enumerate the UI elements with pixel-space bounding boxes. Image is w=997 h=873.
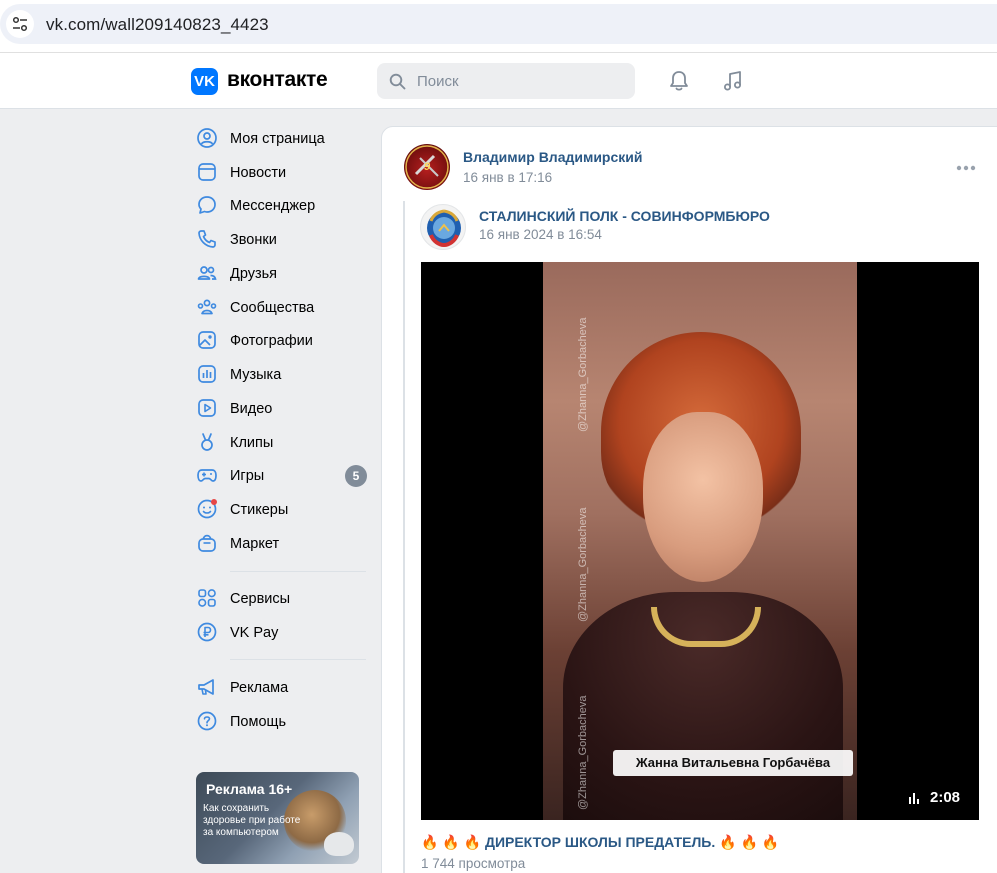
music-icon[interactable] xyxy=(721,69,745,93)
sidebar-item-label: Маркет xyxy=(230,536,280,552)
video-player[interactable]: @Zhanna_Gorbacheva @Zhanna_Gorbacheva @Z… xyxy=(421,262,979,820)
tune-icon[interactable] xyxy=(6,10,34,38)
video-person-face xyxy=(643,412,763,582)
sidebar-divider xyxy=(230,659,366,660)
sidebar-item-friends[interactable]: Друзья xyxy=(196,258,368,288)
sidebar-item-my-page[interactable]: Моя страница xyxy=(196,123,368,153)
sidebar-item-label: Игры xyxy=(230,468,265,484)
communities-icon xyxy=(197,299,217,315)
post-views: 1 744 просмотра xyxy=(421,856,526,871)
video-watermark: @Zhanna_Gorbacheva xyxy=(577,695,589,810)
sidebar-item-communities[interactable]: Сообщества xyxy=(196,292,368,322)
sidebar-divider xyxy=(230,571,366,572)
search-icon xyxy=(389,73,406,90)
market-icon xyxy=(198,534,216,552)
sidebar-item-label: Новости xyxy=(230,165,287,181)
games-count-badge: 5 xyxy=(345,465,367,487)
more-icon[interactable] xyxy=(955,164,977,172)
search-box[interactable] xyxy=(377,63,635,99)
photos-icon xyxy=(198,331,216,349)
profile-icon xyxy=(197,128,217,148)
sidebar-item-calls[interactable]: Звонки xyxy=(196,224,368,254)
post-title-text: ДИРЕКТОР ШКОЛЫ ПРЕДАТЕЛЬ. xyxy=(484,834,716,850)
video-thumbnail: @Zhanna_Gorbacheva @Zhanna_Gorbacheva @Z… xyxy=(543,262,857,820)
services-icon xyxy=(198,589,216,607)
post-title[interactable]: 🔥 🔥 🔥 ДИРЕКТОР ШКОЛЫ ПРЕДАТЕЛЬ. 🔥 🔥 🔥 xyxy=(421,834,779,851)
search-input[interactable] xyxy=(417,71,617,91)
author-avatar[interactable]: 9 xyxy=(404,144,450,190)
sidebar-item-news[interactable]: Новости xyxy=(196,157,368,187)
vk-logo-icon[interactable]: VK xyxy=(191,68,218,95)
site-header: VK вконтакте xyxy=(0,53,997,109)
stickers-icon xyxy=(197,499,217,519)
music-icon xyxy=(198,365,216,383)
sidebar-item-label: Клипы xyxy=(230,435,274,451)
repost-indicator-line xyxy=(403,201,405,873)
sidebar-item-label: Стикеры xyxy=(230,502,289,518)
sidebar-item-clips[interactable]: Клипы xyxy=(196,427,368,457)
sidebar-item-market[interactable]: Маркет xyxy=(196,528,368,558)
video-icon xyxy=(198,399,216,417)
volume-bars-icon xyxy=(909,793,919,804)
video-caption: Жанна Витальевна Горбачёва xyxy=(613,750,853,776)
sidebar-item-games[interactable]: Игры 5 xyxy=(196,460,368,490)
vk-logo-text[interactable]: вконтакте xyxy=(227,68,328,92)
messenger-icon xyxy=(198,196,216,214)
help-icon xyxy=(197,711,217,731)
sidebar-item-photos[interactable]: Фотографии xyxy=(196,325,368,355)
video-duration-text: 2:08 xyxy=(930,789,961,806)
wall-post: 9 Владимир Владимирский 16 янв в 17:16 С… xyxy=(381,126,997,873)
browser-address-bar: vk.com/wall209140823_4423 xyxy=(0,0,997,53)
ad-text: Как сохранить здоровье при работе за ком… xyxy=(203,803,301,838)
sidebar-item-services[interactable]: Сервисы xyxy=(196,583,368,613)
sidebar-item-label: Звонки xyxy=(230,232,277,248)
repost-group-name[interactable]: СТАЛИНСКИЙ ПОЛК - СОВИНФОРМБЮРО xyxy=(479,208,770,224)
sidebar-item-music[interactable]: Музыка xyxy=(196,359,368,389)
video-watermark: @Zhanna_Gorbacheva xyxy=(577,507,589,622)
games-icon xyxy=(197,469,217,482)
clips-icon xyxy=(201,433,213,451)
post-date[interactable]: 16 янв в 17:16 xyxy=(463,170,552,185)
video-watermark: @Zhanna_Gorbacheva xyxy=(577,317,589,432)
post-author[interactable]: Владимир Владимирский xyxy=(463,149,643,165)
sidebar-item-messenger[interactable]: Мессенджер xyxy=(196,190,368,220)
sidebar-item-label: Моя страница xyxy=(230,131,325,147)
sidebar-item-label: Помощь xyxy=(230,714,287,730)
friends-icon xyxy=(197,266,217,280)
fire-emoji: 🔥 🔥 🔥 xyxy=(421,834,482,850)
sidebar-item-help[interactable]: Помощь xyxy=(196,706,368,736)
sidebar-item-label: Видео xyxy=(230,401,273,417)
ad-title: Реклама 16+ xyxy=(206,781,293,797)
avatar-number: 9 xyxy=(424,161,431,173)
vkpay-icon xyxy=(197,622,217,642)
fire-emoji: 🔥 🔥 🔥 xyxy=(719,834,780,850)
sidebar-item-stickers[interactable]: Стикеры xyxy=(196,494,368,524)
bell-icon[interactable] xyxy=(667,69,691,93)
sidebar-item-label: Сервисы xyxy=(230,591,291,607)
sidebar-item-label: VK Pay xyxy=(230,625,279,641)
sidebar-item-ads[interactable]: Реклама xyxy=(196,672,368,702)
sidebar-item-label: Сообщества xyxy=(230,300,315,316)
sidebar-item-label: Мессенджер xyxy=(230,198,316,214)
sidebar-item-label: Музыка xyxy=(230,367,282,383)
megaphone-icon xyxy=(198,679,214,695)
repost-date[interactable]: 16 янв 2024 в 16:54 xyxy=(479,227,602,242)
sidebar-item-label: Фотографии xyxy=(230,333,313,349)
news-icon xyxy=(198,163,216,181)
sidebar-item-video[interactable]: Видео xyxy=(196,393,368,423)
url-text[interactable]: vk.com/wall209140823_4423 xyxy=(46,15,269,35)
sidebar-item-vk-pay[interactable]: VK Pay xyxy=(196,617,368,647)
sidebar-item-label: Друзья xyxy=(230,266,278,282)
ad-robot-image xyxy=(324,832,354,856)
phone-icon xyxy=(198,230,216,248)
url-field[interactable]: vk.com/wall209140823_4423 xyxy=(0,4,997,44)
ussr-emblem-icon xyxy=(427,209,461,248)
group-avatar[interactable] xyxy=(420,204,466,250)
ad-banner[interactable]: Реклама 16+ Как сохранить здоровье при р… xyxy=(196,772,359,864)
sidebar-item-label: Реклама xyxy=(230,680,289,696)
